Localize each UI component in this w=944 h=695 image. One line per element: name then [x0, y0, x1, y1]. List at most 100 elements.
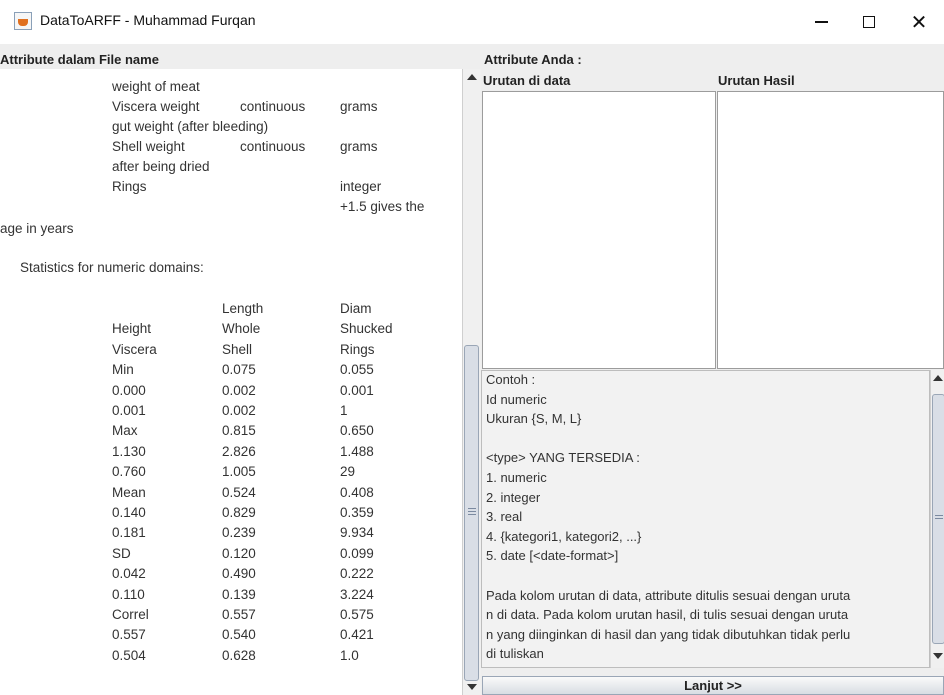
stats-cell: 0.524 — [222, 484, 256, 500]
right-panel-header: Attribute Anda : — [484, 52, 582, 67]
stats-cell: 0.120 — [222, 545, 256, 561]
stats-cell: Length — [222, 301, 264, 316]
scroll-thumb[interactable] — [932, 394, 944, 644]
stats-cell: 0.408 — [340, 484, 374, 500]
grip-icon — [468, 511, 476, 512]
stats-cell: 0.628 — [222, 647, 256, 663]
text-line: weight of meat — [112, 79, 200, 94]
stats-cell: 0.239 — [222, 525, 256, 541]
minimize-button[interactable] — [798, 4, 844, 40]
stats-cell: 0.504 — [112, 647, 146, 663]
text-line: continuous — [240, 99, 306, 114]
stats-cell: 0.760 — [112, 464, 146, 480]
text-line: continuous — [240, 139, 306, 154]
text-line: integer — [340, 179, 382, 194]
text-line: after being dried — [112, 159, 210, 174]
stats-cell: 0.075 — [222, 362, 256, 378]
stats-cell: Max — [112, 423, 138, 439]
text-line: grams — [340, 99, 378, 114]
stats-cell: Shucked — [340, 321, 393, 337]
stats-cell: 0.359 — [340, 505, 374, 520]
text-line: +1.5 gives the — [340, 199, 425, 214]
grip-icon — [468, 508, 476, 509]
stats-cell: 0.557 — [222, 607, 256, 622]
stats-cell: 1.005 — [222, 464, 256, 480]
info-line: 5. date [<date-format>] — [486, 548, 619, 564]
stats-cell: 0.110 — [112, 586, 145, 602]
stats-cell: SD — [112, 545, 131, 561]
info-line: <type> YANG TERSEDIA : — [486, 450, 640, 466]
info-line: di tuliskan — [486, 646, 544, 662]
text-line: age in years — [0, 221, 74, 236]
stats-cell: 0.002 — [222, 382, 256, 398]
stats-cell: 0.099 — [340, 545, 374, 561]
title-bar: DataToARFF - Muhammad Furqan ✕ — [0, 0, 944, 44]
stats-cell: 0.001 — [112, 403, 146, 418]
maximize-button[interactable] — [846, 4, 892, 40]
stats-cell: 0.001 — [340, 382, 374, 398]
stats-cell: 29 — [340, 464, 356, 480]
stats-cell: 9.934 — [340, 525, 374, 541]
stats-cell: 2.826 — [222, 443, 256, 459]
column-header-urutan-hasil[interactable]: Urutan Hasil — [718, 73, 795, 88]
left-panel-header: Attribute dalam File name — [0, 52, 159, 67]
stats-cell: 3.224 — [340, 586, 374, 602]
stats-cell: Min — [112, 362, 134, 378]
column-header-urutan-data[interactable]: Urutan di data — [483, 73, 570, 88]
stats-cell: Rings — [340, 341, 375, 357]
stats-cell: Whole — [222, 321, 261, 337]
info-line: 1. numeric — [486, 470, 547, 485]
scroll-up-icon[interactable] — [933, 375, 943, 381]
close-button[interactable]: ✕ — [896, 4, 942, 40]
stats-cell: 0.421 — [340, 627, 374, 643]
stats-cell: 0.540 — [222, 627, 256, 643]
stats-cell: 0.490 — [222, 566, 256, 582]
info-line: Id numeric — [486, 391, 547, 407]
info-line: n di data. Pada kolom urutan hasil, di t… — [486, 607, 849, 623]
info-line: Contoh : — [486, 372, 536, 387]
scroll-down-icon[interactable] — [467, 684, 477, 690]
stats-cell: 0.557 — [112, 627, 146, 643]
lanjut-button[interactable]: Lanjut >> — [482, 676, 944, 695]
text-line: Shell weight — [112, 139, 185, 154]
stats-cell: 0.650 — [340, 423, 374, 439]
attribute-table-header: Urutan di data Urutan Hasil — [481, 69, 944, 91]
stats-cell: Correl — [112, 607, 149, 622]
stats-cell: Viscera — [112, 341, 157, 357]
attribute-file-textarea[interactable]: weight of meat Viscera weight continuous… — [0, 69, 462, 695]
text-line: Rings — [112, 179, 147, 194]
stats-cell: 1.488 — [340, 443, 374, 459]
close-icon: ✕ — [910, 11, 928, 34]
info-textarea[interactable]: Contoh : Id numeric Ukuran {S, M, L} <typ… — [481, 370, 930, 668]
info-line: 3. real — [486, 509, 523, 525]
stats-cell: 1 — [340, 403, 348, 418]
grip-icon — [468, 514, 476, 515]
stats-cell: 0.002 — [222, 403, 256, 418]
stats-cell: Height — [112, 321, 152, 337]
scroll-down-icon[interactable] — [933, 653, 943, 659]
scroll-thumb[interactable] — [464, 345, 479, 681]
stats-cell: 0.815 — [222, 423, 256, 439]
info-line: Pada kolom urutan di data, attribute dit… — [486, 587, 851, 603]
stats-cell: 0.575 — [340, 607, 374, 622]
text-line: Statistics for numeric domains: — [20, 260, 204, 275]
grip-icon — [935, 518, 943, 519]
stats-cell: 0.829 — [222, 505, 256, 520]
info-scrollbar[interactable] — [930, 370, 944, 668]
minimize-icon — [814, 21, 828, 23]
info-line: 2. integer — [486, 489, 541, 505]
stats-cell: Shell — [222, 341, 253, 357]
stats-cell: Mean — [112, 484, 146, 500]
info-line: Ukuran {S, M, L} — [486, 411, 582, 427]
left-scrollbar[interactable] — [462, 69, 481, 695]
java-app-icon — [14, 12, 32, 30]
stats-cell: 0.139 — [222, 586, 256, 602]
urutan-data-textarea[interactable] — [482, 91, 716, 369]
stats-cell: 0.181 — [112, 525, 146, 541]
urutan-hasil-textarea[interactable] — [717, 91, 944, 369]
stats-cell: 1.130 — [112, 443, 146, 459]
scroll-up-icon[interactable] — [467, 74, 477, 80]
maximize-icon — [863, 16, 875, 28]
stats-cell: 1.0 — [340, 647, 359, 663]
text-line: Viscera weight — [112, 99, 200, 114]
